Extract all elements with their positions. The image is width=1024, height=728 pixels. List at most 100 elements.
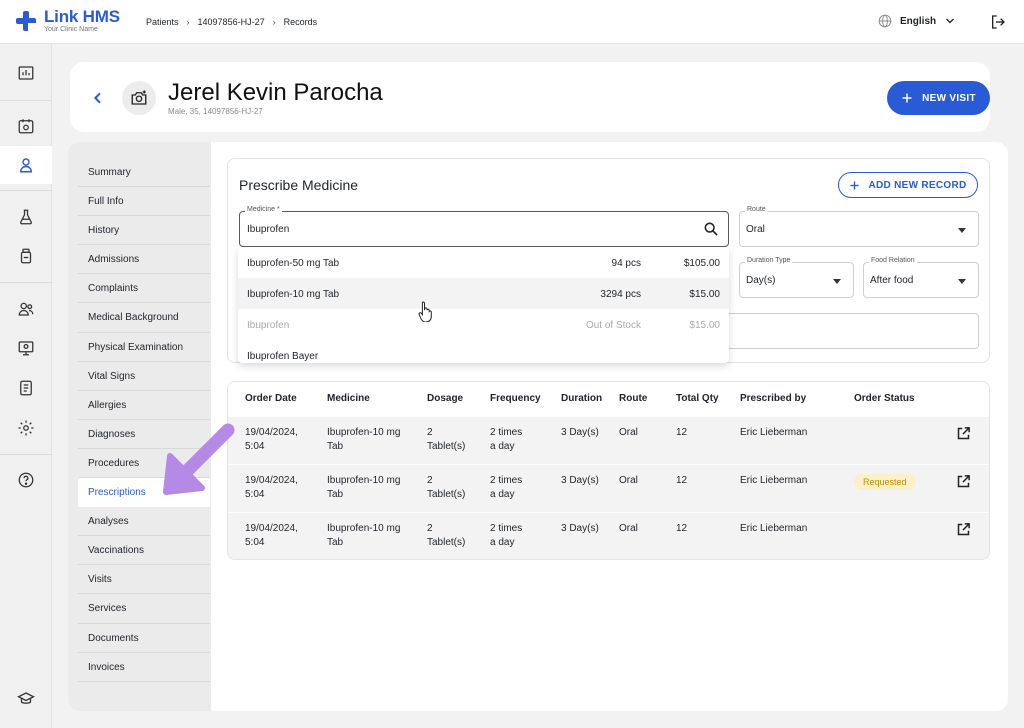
rail-settings[interactable] [0, 409, 52, 447]
food-relation-select[interactable]: Food Relation After food [863, 257, 979, 298]
sub-nav-item-vaccinations[interactable]: Vaccinations [78, 536, 210, 566]
language-selector[interactable]: English [878, 14, 956, 28]
breadcrumb-patients[interactable]: Patients [146, 17, 179, 27]
dosage-cell-line: 2 [427, 475, 433, 486]
notes-field[interactable] [729, 313, 979, 349]
sub-nav-item-medical-background[interactable]: Medical Background [78, 303, 210, 333]
duration-type-select[interactable]: Duration Type Day(s) [739, 257, 854, 298]
settings-icon [18, 420, 34, 436]
add-new-record-label: ADD NEW RECORD [868, 179, 967, 191]
medicine-cell: Ibuprofen-10 mg Tab [327, 474, 400, 502]
suggestion-name: Ibuprofen Bayer [247, 351, 319, 362]
suggestion-name: Ibuprofen-10 mg Tab [247, 289, 340, 300]
sub-nav-item-history[interactable]: History [78, 216, 210, 246]
frequency-cell: 2 times a day [490, 426, 522, 454]
back-button[interactable] [90, 88, 106, 113]
sub-nav-item-analyses[interactable]: Analyses [78, 507, 210, 537]
sub-nav-item-documents[interactable]: Documents [78, 624, 210, 653]
sub-nav-item-complaints[interactable]: Complaints [78, 274, 210, 304]
duration-cell: 3 Day(s) [561, 475, 599, 486]
sub-nav-item-vital-signs[interactable]: Vital Signs [78, 362, 210, 391]
dropdown-caret-icon [958, 228, 966, 233]
column-header: Order Status [854, 393, 915, 404]
column-header: Route [619, 393, 648, 404]
medicine-cell-line: Ibuprofen-10 mg [327, 427, 401, 438]
suggestion-price: $15.00 [689, 289, 720, 300]
medicine-cell-line: Tab [327, 441, 344, 452]
rail-dashboard[interactable] [0, 54, 52, 92]
prescribed-by-cell: Eric Lieberman [740, 427, 808, 438]
app-logo[interactable]: Link HMS Your Clinic Name [16, 8, 120, 34]
rail-laboratory[interactable] [0, 198, 52, 236]
medicine-search-field[interactable]: Medicine * Ibuprofen [239, 206, 729, 247]
open-external-icon[interactable] [956, 474, 971, 489]
order-date-cell: 19/04/2024, 5:04 [245, 522, 298, 550]
open-external-icon[interactable] [956, 426, 971, 441]
patient-photo-button[interactable] [122, 81, 156, 115]
order-date-cell-line: 5:04 [245, 441, 265, 452]
suggestion-qty: 94 pcs [611, 258, 641, 269]
order-date-cell: 19/04/2024, 5:04 [245, 426, 298, 454]
rail-patients[interactable] [0, 146, 52, 184]
duration-cell: 3 Day(s) [561, 427, 599, 438]
dosage-cell: 2 Tablet(s) [427, 522, 465, 550]
open-external-icon[interactable] [956, 522, 971, 537]
route-cell: Oral [619, 523, 638, 534]
dashboard-icon [18, 66, 34, 80]
sub-nav-item-physical-examination[interactable]: Physical Examination [78, 333, 210, 362]
sub-nav-item-admissions[interactable]: Admissions [78, 245, 210, 275]
rail-devices[interactable] [0, 329, 52, 367]
clinic-name: Your Clinic Name [44, 26, 98, 33]
route-select[interactable]: Route Oral [739, 206, 979, 247]
dosage-cell-line: Tablet(s) [427, 489, 466, 500]
table-row: 19/04/2024, 5:04 Ibuprofen-10 mg Tab 2 Tablet… [228, 512, 989, 559]
dosage-cell-line: 2 [427, 427, 433, 438]
sub-nav-item-visits[interactable]: Visits [78, 565, 210, 595]
patient-name: Jerel Kevin Parocha [168, 79, 383, 106]
sub-nav-item-full-info[interactable]: Full Info [78, 187, 210, 217]
calendar-icon [18, 119, 34, 134]
suggestion-item[interactable]: Ibuprofen-50 mg Tab 94 pcs $105.00 [238, 247, 729, 278]
route-field-label: Route [745, 206, 768, 213]
order-date-cell-line: 5:04 [245, 489, 265, 500]
plus-icon [902, 93, 912, 103]
sub-nav-item-services[interactable]: Services [78, 594, 210, 624]
rail-education[interactable] [0, 680, 52, 718]
medicine-cell: Ibuprofen-10 mg Tab [327, 522, 400, 550]
add-new-record-button[interactable]: ADD NEW RECORD [838, 172, 978, 198]
frequency-cell-line: a day [490, 441, 515, 452]
frequency-cell-line: 2 times [490, 427, 523, 438]
new-visit-label: NEW VISIT [922, 92, 976, 104]
top-bar: Link HMS Your Clinic Name Patients › 140… [0, 0, 1024, 44]
dosage-cell-line: Tablet(s) [427, 441, 466, 452]
suggestion-item[interactable]: Ibuprofen-10 mg Tab 3294 pcs $15.00 [238, 278, 729, 309]
rail-appointments[interactable] [0, 107, 52, 145]
sub-nav-item-summary[interactable]: Summary [78, 158, 210, 188]
medicine-cell-line: Tab [327, 489, 344, 500]
suggestion-price: $15.00 [689, 320, 720, 331]
status-badge: Requested [854, 474, 916, 490]
column-header: Medicine [327, 393, 370, 404]
logo-cross-icon [16, 11, 36, 31]
medicine-field-label: Medicine * [245, 206, 282, 213]
patient-icon [20, 158, 32, 173]
rail-reports[interactable] [0, 369, 52, 407]
medicine-icon [20, 248, 32, 264]
logout-button[interactable] [990, 14, 1006, 35]
breadcrumb-patient-id[interactable]: 14097856-HJ-27 [198, 17, 265, 27]
medicine-suggestions: Ibuprofen-50 mg Tab 94 pcs $105.00 Ibuprofe… [238, 247, 729, 363]
dropdown-caret-icon [958, 279, 966, 284]
medicine-cell: Ibuprofen-10 mg Tab [327, 426, 400, 454]
rail-help[interactable] [0, 461, 52, 499]
rail-pharmacy[interactable] [0, 237, 52, 275]
new-visit-button[interactable]: NEW VISIT [887, 81, 990, 115]
rail-staff[interactable] [0, 290, 52, 328]
language-label: English [900, 15, 937, 27]
left-rail [0, 44, 52, 728]
route-cell: Oral [619, 427, 638, 438]
suggestion-item[interactable]: Ibuprofen Bayer [238, 340, 729, 363]
sub-nav-item-invoices[interactable]: Invoices [78, 653, 210, 682]
duration-cell: 3 Day(s) [561, 523, 599, 534]
prescription-orders-table: Order Date Medicine Dosage Frequency Duratio… [227, 381, 990, 560]
prescribed-by-cell: Eric Lieberman [740, 475, 808, 486]
